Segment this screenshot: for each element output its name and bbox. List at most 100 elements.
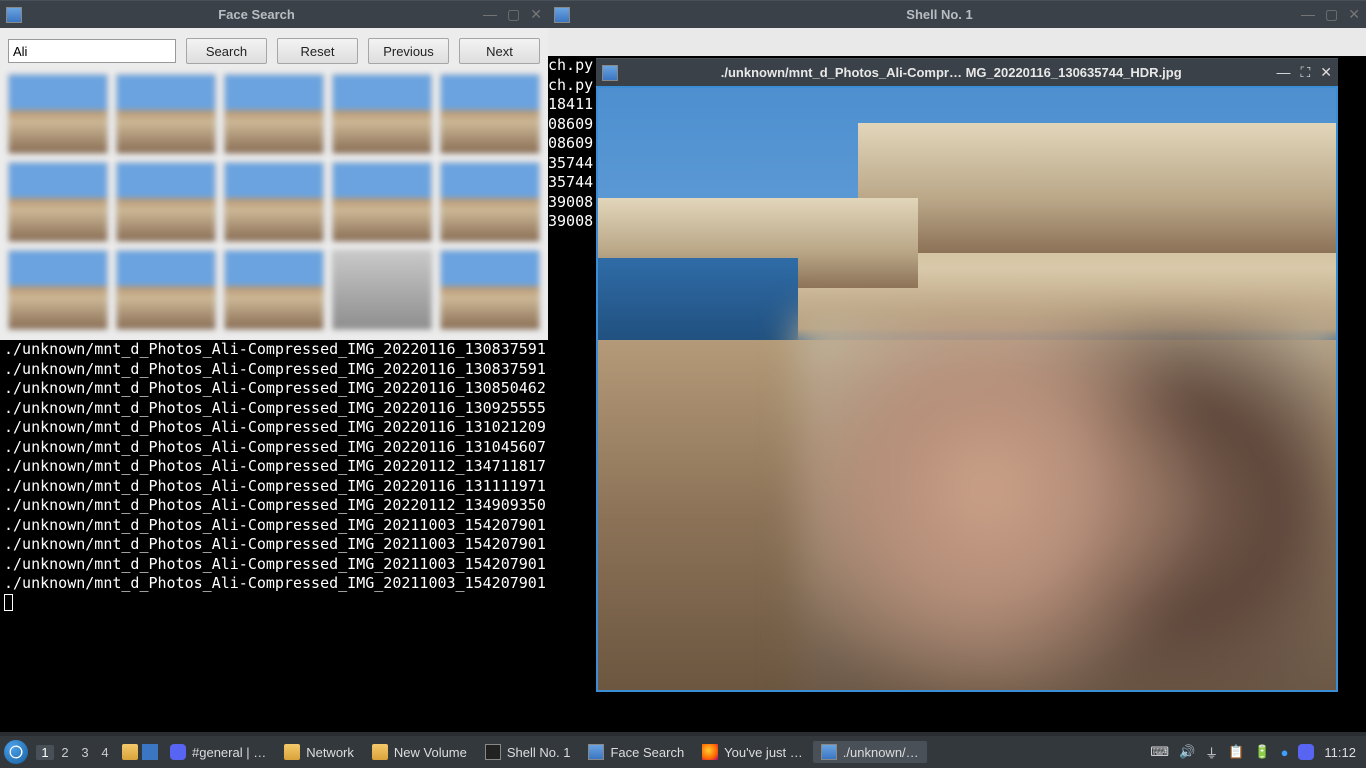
shell-toolbar-strip bbox=[548, 28, 1366, 56]
folder-icon bbox=[284, 744, 300, 760]
search-input[interactable] bbox=[8, 39, 176, 63]
previous-button[interactable]: Previous bbox=[368, 38, 449, 64]
ff-icon bbox=[702, 744, 718, 760]
minimize-icon[interactable]: — bbox=[483, 6, 497, 23]
taskbar-item-label: Face Search bbox=[610, 745, 684, 760]
terminal-fragment-line: 18411 bbox=[548, 95, 598, 115]
show-desktop-icon[interactable] bbox=[142, 744, 158, 760]
shell-window-title: Shell No. 1 bbox=[578, 7, 1301, 22]
taskbar-item[interactable]: Network bbox=[276, 741, 362, 763]
result-thumbnail[interactable] bbox=[8, 162, 108, 242]
workspace-2[interactable]: 2 bbox=[56, 745, 74, 760]
result-thumbnail[interactable] bbox=[332, 250, 432, 330]
workspace-3[interactable]: 3 bbox=[76, 745, 94, 760]
volume-icon[interactable]: 🔊 bbox=[1179, 744, 1195, 760]
workspace-1[interactable]: 1 bbox=[36, 745, 54, 760]
face-search-window: Search Reset Previous Next bbox=[0, 28, 548, 340]
file-manager-launcher-icon[interactable] bbox=[122, 744, 138, 760]
terminal-fragment-line: 39008 bbox=[548, 193, 598, 213]
result-thumbnail[interactable] bbox=[440, 162, 540, 242]
terminal-fragment-line: 35744 bbox=[548, 154, 598, 174]
search-button[interactable]: Search bbox=[186, 38, 267, 64]
image-viewer-window[interactable] bbox=[596, 86, 1338, 692]
close-icon[interactable]: ✕ bbox=[1320, 64, 1332, 81]
taskbar-item-label: #general | … bbox=[192, 745, 266, 760]
minimize-icon[interactable]: — bbox=[1276, 64, 1290, 81]
terminal-fragment-line: 39008 bbox=[548, 212, 598, 232]
taskbar-item[interactable]: New Volume bbox=[364, 741, 475, 763]
taskbar-item[interactable]: Face Search bbox=[580, 741, 692, 763]
clipboard-icon[interactable]: 📋 bbox=[1228, 744, 1244, 760]
terminal-fragment: ch.pych.py184110860908609357443574439008… bbox=[548, 56, 598, 232]
face-search-toolbar: Search Reset Previous Next bbox=[8, 38, 540, 64]
result-thumbnail[interactable] bbox=[116, 74, 216, 154]
taskbar-item[interactable]: #general | … bbox=[162, 741, 274, 763]
battery-icon[interactable]: 🔋 bbox=[1254, 744, 1270, 760]
notification-icon[interactable]: ● bbox=[1281, 745, 1289, 760]
terminal-fragment-line: ch.py bbox=[548, 56, 598, 76]
close-icon[interactable]: ✕ bbox=[1348, 6, 1360, 23]
start-menu-button[interactable] bbox=[4, 740, 28, 764]
terminal-line: ./unknown/mnt_d_Photos_Ali-Compressed_IM… bbox=[4, 535, 596, 555]
terminal-fragment-line: ch.py bbox=[548, 76, 598, 96]
terminal-line: ./unknown/mnt_d_Photos_Ali-Compressed_IM… bbox=[4, 496, 596, 516]
terminal-line: ./unknown/mnt_d_Photos_Ali-Compressed_IM… bbox=[4, 379, 596, 399]
maximize-icon[interactable]: ▢ bbox=[1325, 6, 1338, 23]
workspace-4[interactable]: 4 bbox=[96, 745, 114, 760]
displayed-photo bbox=[598, 88, 1336, 690]
result-thumbnail[interactable] bbox=[440, 250, 540, 330]
taskbar-item[interactable]: You've just … bbox=[694, 741, 811, 763]
win-icon bbox=[588, 744, 604, 760]
terminal-line: ./unknown/mnt_d_Photos_Ali-Compressed_IM… bbox=[4, 360, 596, 380]
terminal-line: ./unknown/mnt_d_Photos_Ali-Compressed_IM… bbox=[4, 516, 596, 536]
terminal-line: ./unknown/mnt_d_Photos_Ali-Compressed_IM… bbox=[4, 574, 596, 594]
result-thumbnail[interactable] bbox=[8, 250, 108, 330]
taskbar-item-label: You've just … bbox=[724, 745, 803, 760]
discord-tray-icon[interactable] bbox=[1298, 744, 1314, 760]
taskbar-item[interactable]: Shell No. 1 bbox=[477, 741, 579, 763]
result-thumbnail[interactable] bbox=[8, 74, 108, 154]
window-icon bbox=[6, 7, 22, 23]
taskbar: 1234 #general | … Network New Volume Shell … bbox=[0, 736, 1366, 768]
taskbar-item[interactable]: ./unknown/… bbox=[813, 741, 927, 763]
folder-icon bbox=[372, 744, 388, 760]
keyboard-icon[interactable]: ⌨ bbox=[1150, 744, 1169, 760]
next-button[interactable]: Next bbox=[459, 38, 540, 64]
result-thumbnail[interactable] bbox=[332, 162, 432, 242]
result-thumbnail[interactable] bbox=[224, 250, 324, 330]
result-thumbnail[interactable] bbox=[224, 162, 324, 242]
clock[interactable]: 11:12 bbox=[1324, 745, 1356, 760]
win-icon bbox=[821, 744, 837, 760]
terminal-line: ./unknown/mnt_d_Photos_Ali-Compressed_IM… bbox=[4, 438, 596, 458]
wifi-icon[interactable]: ⏚ bbox=[1205, 743, 1218, 762]
close-icon[interactable]: ✕ bbox=[530, 6, 542, 23]
taskbar-item-label: New Volume bbox=[394, 745, 467, 760]
system-tray: ⌨ 🔊 ⏚ 📋 🔋 ● 11:12 bbox=[1150, 743, 1362, 762]
result-thumbnail[interactable] bbox=[332, 74, 432, 154]
result-thumbnail[interactable] bbox=[224, 74, 324, 154]
shell-window-titlebar[interactable]: Shell No. 1 — ▢ ✕ bbox=[548, 0, 1366, 28]
taskbar-item-label: Network bbox=[306, 745, 354, 760]
maximize-icon[interactable]: ⛶ bbox=[1300, 64, 1310, 81]
workspace-switcher: 1234 bbox=[36, 745, 114, 760]
window-icon bbox=[554, 7, 570, 23]
result-thumbnail[interactable] bbox=[116, 162, 216, 242]
image-viewer-titlebar[interactable]: ./unknown/mnt_d_Photos_Ali-Compr… MG_202… bbox=[596, 58, 1338, 86]
minimize-icon[interactable]: — bbox=[1301, 6, 1315, 23]
terminal-line: ./unknown/mnt_d_Photos_Ali-Compressed_IM… bbox=[4, 399, 596, 419]
reset-button[interactable]: Reset bbox=[277, 38, 358, 64]
terminal-fragment-line: 08609 bbox=[548, 134, 598, 154]
maximize-icon[interactable]: ▢ bbox=[507, 6, 520, 23]
terminal-line: ./unknown/mnt_d_Photos_Ali-Compressed_IM… bbox=[4, 477, 596, 497]
result-thumbnail[interactable] bbox=[116, 250, 216, 330]
terminal-output[interactable]: ./unknown/mnt_d_Photos_Ali-Compressed_IM… bbox=[0, 340, 596, 616]
result-thumbnail[interactable] bbox=[440, 74, 540, 154]
face-search-titlebar[interactable]: Face Search — ▢ ✕ bbox=[0, 0, 548, 28]
terminal-fragment-line: 08609 bbox=[548, 115, 598, 135]
image-viewer-title: ./unknown/mnt_d_Photos_Ali-Compr… MG_202… bbox=[626, 65, 1276, 80]
terminal-line: ./unknown/mnt_d_Photos_Ali-Compressed_IM… bbox=[4, 418, 596, 438]
window-icon bbox=[602, 65, 618, 81]
taskbar-item-label: Shell No. 1 bbox=[507, 745, 571, 760]
terminal-line: ./unknown/mnt_d_Photos_Ali-Compressed_IM… bbox=[4, 340, 596, 360]
taskbar-item-label: ./unknown/… bbox=[843, 745, 919, 760]
